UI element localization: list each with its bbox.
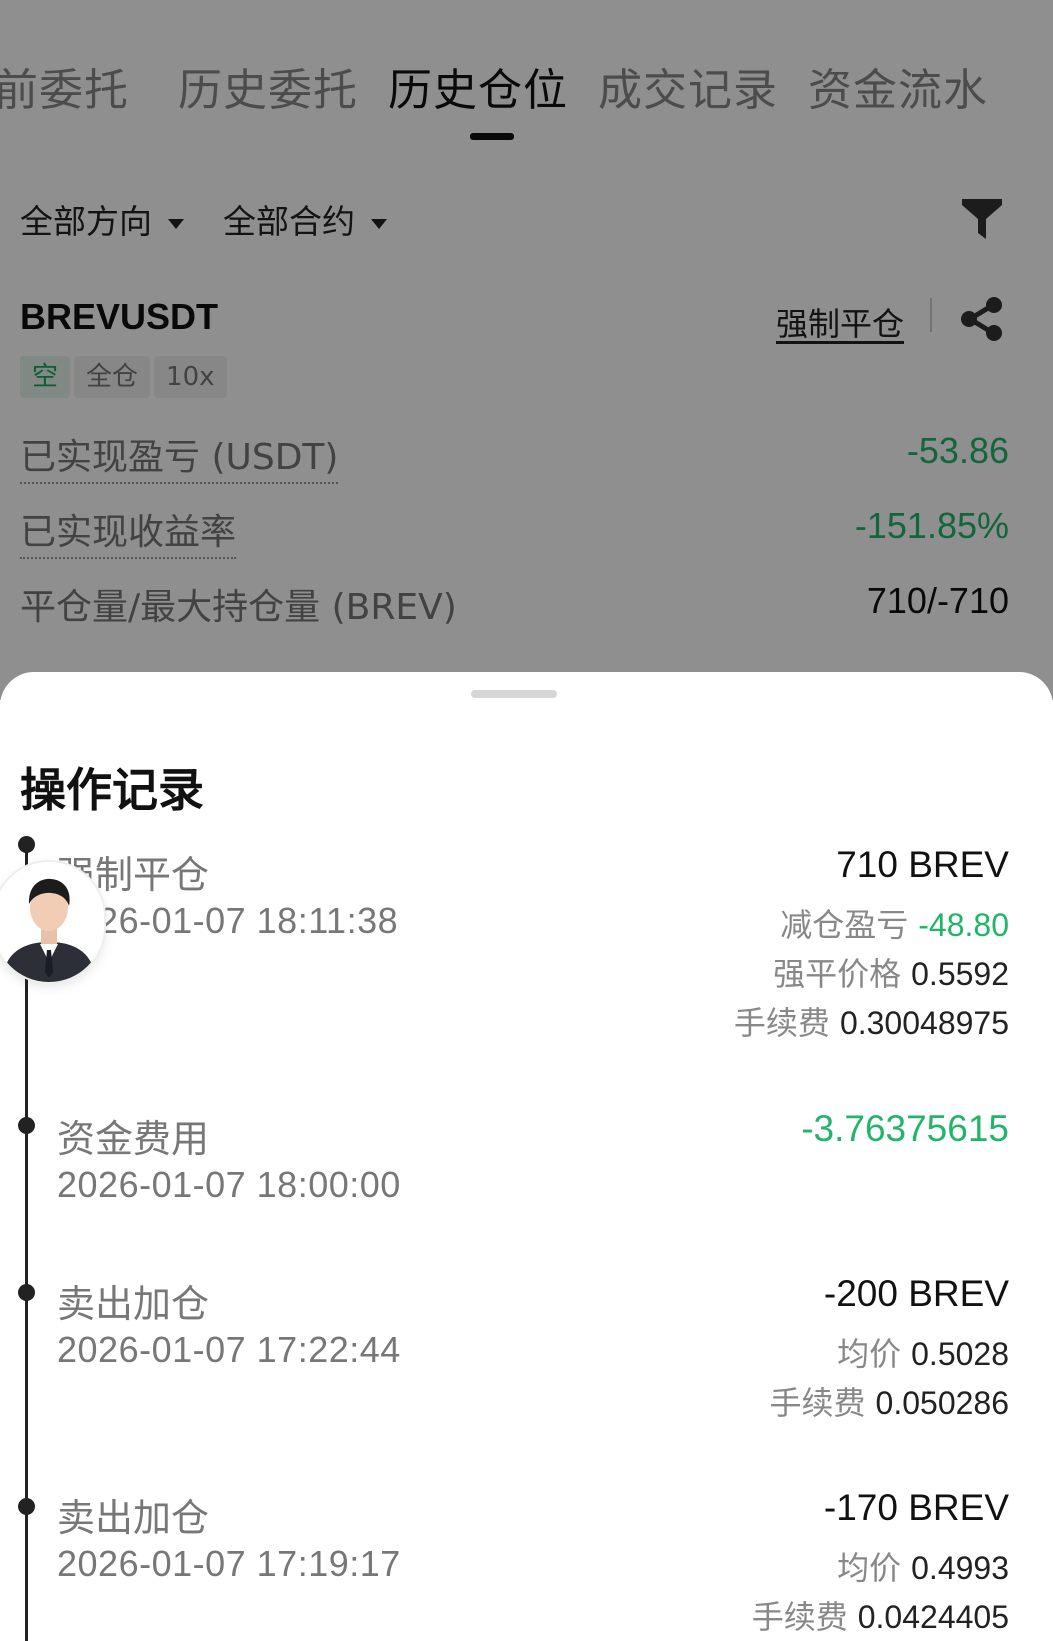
detail-value: -48.80 <box>918 907 1009 943</box>
detail-value: 0.050286 <box>875 1385 1009 1421</box>
detail-label: 均价 <box>837 1335 902 1373</box>
detail-label: 强平价格 <box>773 955 902 993</box>
record-amount: -200 BREV <box>823 1273 1009 1314</box>
sheet-drag-handle[interactable] <box>471 690 557 698</box>
record-detail: 手续费 0.050286 <box>770 1378 1009 1424</box>
record-time: 2026-01-07 18:11:38 <box>57 900 399 941</box>
detail-value: 0.5592 <box>911 956 1009 992</box>
timeline-dot <box>18 836 35 853</box>
record-type: 卖出加仓 <box>57 1496 210 1540</box>
avatar-portrait-icon <box>0 862 104 982</box>
record-detail: 强平价格 0.5592 <box>773 949 1009 995</box>
record-detail: 手续费 0.30048975 <box>734 998 1009 1044</box>
record-amount: -3.76375615 <box>801 1108 1009 1149</box>
record-time: 2026-01-07 18:00:00 <box>57 1164 401 1205</box>
modal-overlay[interactable] <box>0 0 1053 700</box>
record-time: 2026-01-07 17:19:17 <box>57 1543 401 1584</box>
record-detail: 减仓盈亏 -48.80 <box>780 900 1009 946</box>
timeline-dot <box>18 1498 35 1515</box>
record-detail: 均价 0.5028 <box>837 1329 1009 1375</box>
record-detail: 手续费 0.0424405 <box>752 1592 1009 1638</box>
user-avatar[interactable] <box>0 862 104 982</box>
detail-label: 减仓盈亏 <box>780 906 909 944</box>
sheet-title: 操作记录 <box>20 763 204 817</box>
timeline-dot <box>18 1117 35 1134</box>
detail-label: 手续费 <box>751 1598 848 1636</box>
detail-label: 手续费 <box>733 1004 830 1042</box>
detail-value: 0.0424405 <box>857 1599 1009 1635</box>
record-time: 2026-01-07 17:22:44 <box>57 1329 401 1370</box>
detail-label: 手续费 <box>769 1384 866 1422</box>
record-amount: 710 BREV <box>836 844 1009 885</box>
operation-records-sheet: 操作记录 强制平仓 2026-01-07 18:11:38 710 BREV 减… <box>0 672 1053 1641</box>
record-amount: -170 BREV <box>823 1487 1009 1528</box>
timeline-dot <box>18 1284 35 1301</box>
detail-value: 0.5028 <box>911 1336 1009 1372</box>
detail-label: 均价 <box>837 1549 902 1587</box>
detail-value: 0.4993 <box>911 1550 1009 1586</box>
record-type: 卖出加仓 <box>57 1282 210 1326</box>
detail-value: 0.30048975 <box>839 1005 1009 1041</box>
record-detail: 均价 0.4993 <box>837 1543 1009 1589</box>
record-type: 资金费用 <box>57 1117 210 1161</box>
